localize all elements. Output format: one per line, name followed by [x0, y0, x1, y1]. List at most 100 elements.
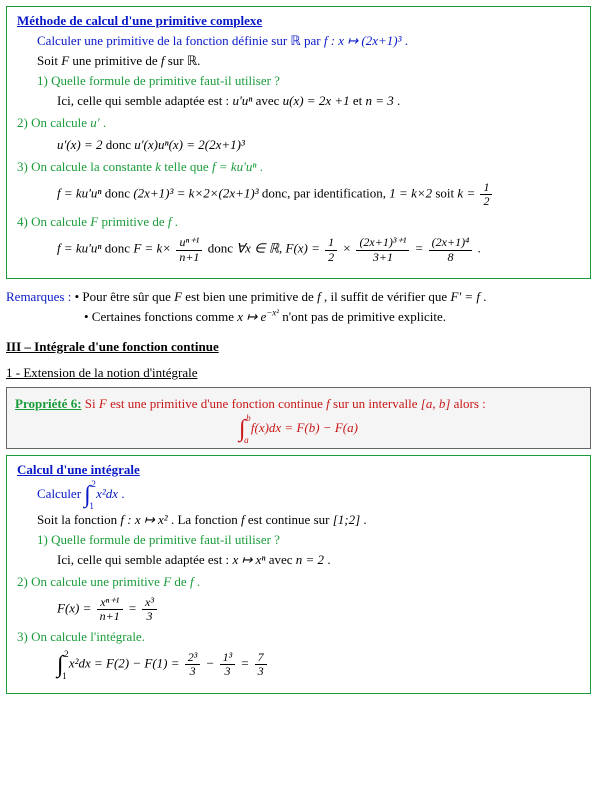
t: • Certaines fonctions comme — [84, 309, 237, 324]
t: donc — [102, 186, 134, 201]
box1-a3: f = ku'uⁿ donc (2x+1)³ = k×2×(2x+1)³ don… — [57, 181, 580, 208]
t: 2) On calcule une primitive — [17, 574, 163, 589]
t: 4) On calcule — [17, 214, 90, 229]
den: 3 — [255, 665, 267, 678]
t: u'(x) = 2 — [57, 137, 102, 152]
t: de — [171, 574, 190, 589]
t: est bien une primitive de — [182, 289, 317, 304]
t: donc, par identification, — [259, 186, 390, 201]
box2-q1: 1) Quelle formule de primitive faut-il u… — [37, 532, 580, 548]
num: uⁿ⁺¹ — [176, 236, 202, 250]
den: 3+1 — [356, 251, 409, 264]
t: Soit — [37, 53, 61, 68]
remarks-line1: Remarques : • Pour être sûr que F est bi… — [6, 289, 591, 305]
t: F' = f — [450, 289, 480, 304]
t: x²dx — [96, 486, 118, 501]
num: xⁿ⁺¹ — [97, 596, 123, 610]
den: 3 — [185, 665, 201, 678]
den: 3 — [220, 665, 236, 678]
t: telle que — [161, 159, 212, 174]
t: F — [99, 396, 107, 411]
t: F — [61, 53, 69, 68]
t: 1 = k×2 — [389, 186, 432, 201]
t: f = ku'uⁿ — [57, 241, 102, 256]
t: avec — [265, 552, 295, 567]
den: 3 — [142, 610, 157, 623]
t: u'(x)uⁿ(x) = 2(2x+1)³ — [134, 137, 245, 152]
t: F = k× — [133, 241, 171, 256]
box2-line2: Soit la fonction f : x ↦ x² . La fonctio… — [37, 512, 580, 528]
box1-title: Méthode de calcul d'une primitive comple… — [17, 13, 580, 29]
t: par — [301, 33, 324, 48]
t: . — [402, 33, 409, 48]
t: est continue sur — [245, 512, 333, 527]
num: 1 — [325, 236, 337, 250]
box1-a1: Ici, celle qui semble adaptée est : u'uⁿ… — [57, 93, 580, 109]
t: x²dx = F(2) − F(1) = — [69, 656, 180, 671]
t: . — [360, 512, 367, 527]
t: . — [478, 241, 481, 256]
int-lower: 1 — [62, 671, 67, 681]
t: = — [241, 656, 253, 671]
t: F — [163, 574, 171, 589]
frac: x³3 — [142, 596, 157, 623]
t: , il suffit de vérifier que — [321, 289, 451, 304]
den: n+1 — [176, 251, 202, 264]
t: ℝ. — [187, 53, 201, 68]
subsection-1-header: 1 - Extension de la notion d'intégrale — [6, 365, 591, 381]
t: (2x+1)³ = k×2×(2x+1)³ — [133, 186, 258, 201]
int-upper: 2 — [91, 479, 96, 489]
prop6-label: Propriété 6: — [15, 396, 82, 411]
box1-a2: u'(x) = 2 donc u'(x)uⁿ(x) = 2(2x+1)³ — [57, 137, 580, 153]
t: u'uⁿ — [232, 93, 252, 108]
t: −x² — [266, 307, 279, 317]
frac: xⁿ⁺¹n+1 — [97, 596, 123, 623]
num: (2x+1)³⁺¹ — [356, 236, 409, 250]
t: . — [194, 574, 201, 589]
t: 3) On calcule la constante — [17, 159, 155, 174]
t: Ici, celle qui semble adaptée est : — [57, 552, 232, 567]
box1-line2: Soit F une primitive de f sur ℝ. — [37, 53, 580, 69]
method-box-integral: Calcul d'une intégrale Calculer ∫ 2 1 x²… — [6, 455, 591, 694]
t: est une primitive d'une fonction continu… — [107, 396, 326, 411]
box1-q3: 3) On calcule la constante k telle que f… — [17, 159, 580, 175]
frac: 73 — [255, 651, 267, 678]
int-upper: 2 — [64, 649, 69, 659]
t: donc — [102, 241, 134, 256]
integral-icon: ∫ b a — [239, 416, 246, 442]
t: une primitive de — [69, 53, 161, 68]
box2-a1: Ici, celle qui semble adaptée est : x ↦ … — [57, 552, 580, 568]
t: soit — [432, 186, 457, 201]
t: Soit la fonction — [37, 512, 120, 527]
prop6-formula: ∫ b a f(x)dx = F(b) − F(a) — [15, 416, 582, 442]
box1-a4: f = ku'uⁿ donc F = k× uⁿ⁺¹n+1 donc ∀x ∈ … — [57, 236, 580, 263]
t: = — [128, 600, 140, 615]
t: alors : — [450, 396, 485, 411]
t: f : x ↦ x² — [120, 512, 167, 527]
frac: 12 — [325, 236, 337, 263]
t: . — [172, 214, 179, 229]
t: Si — [85, 396, 99, 411]
int-lower: 1 — [89, 501, 94, 511]
t: [a, b] — [421, 396, 451, 411]
box2-a3: ∫ 2 1 x²dx = F(2) − F(1) = 2³3 − 1³3 = 7… — [57, 651, 580, 678]
t: ∀x ∈ ℝ, F(x) = — [236, 241, 320, 256]
t: f = ku'uⁿ — [57, 186, 102, 201]
t: . — [118, 486, 125, 501]
t: f(x)dx = F(b) − F(a) — [251, 420, 358, 435]
box2-title: Calcul d'une intégrale — [17, 462, 580, 478]
t: x ↦ e — [237, 309, 266, 324]
t: u' — [90, 115, 99, 130]
t: n = 2 — [296, 552, 324, 567]
box2-line1: Calculer ∫ 2 1 x²dx . — [37, 482, 580, 508]
box1-q2: 2) On calcule u' . — [17, 115, 580, 131]
num: (2x+1)⁴ — [429, 236, 473, 250]
t: − — [206, 656, 218, 671]
t: Ici, celle qui semble adaptée est : — [57, 93, 232, 108]
t: = — [415, 241, 427, 256]
t: donc — [102, 137, 134, 152]
t: f : x ↦ (2x+1)³ — [324, 33, 402, 48]
den: 8 — [429, 251, 473, 264]
num: x³ — [142, 596, 157, 610]
t: et — [350, 93, 366, 108]
